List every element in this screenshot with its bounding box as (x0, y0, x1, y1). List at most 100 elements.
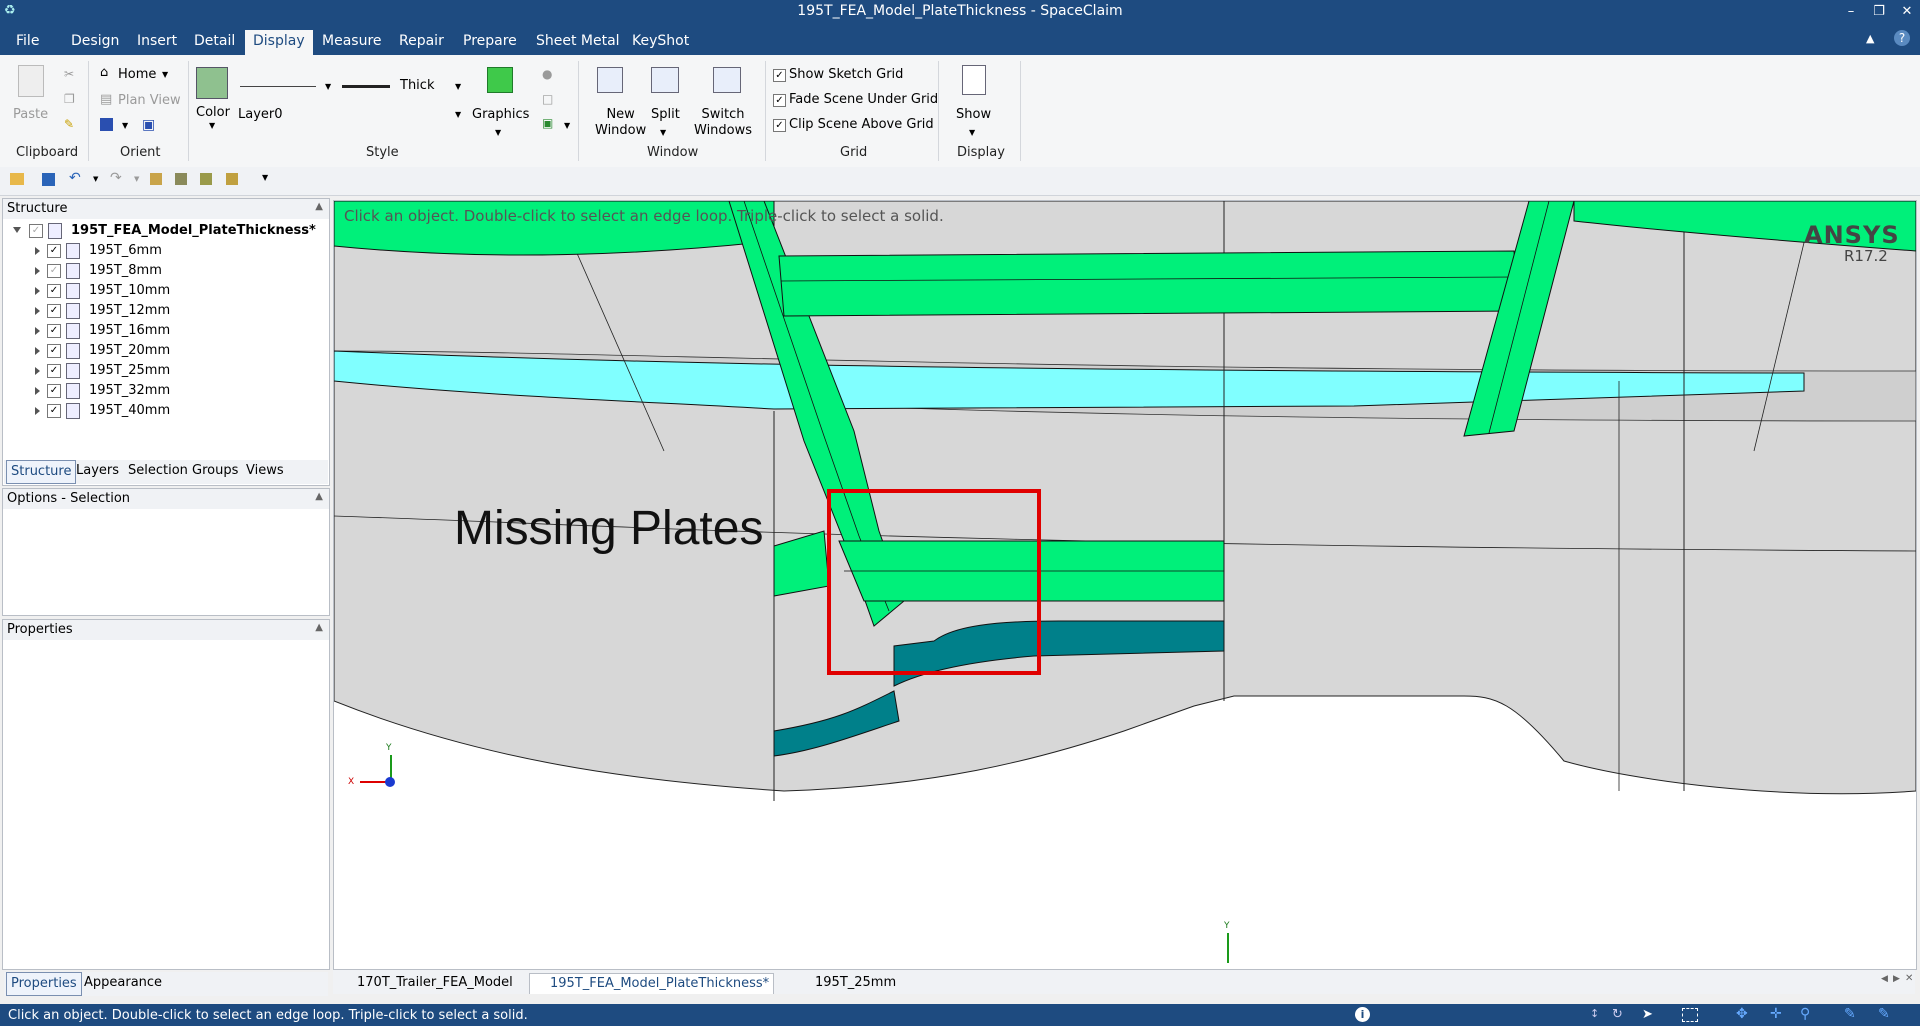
tab-properties[interactable]: Properties (6, 972, 82, 996)
format-painter-icon[interactable]: ✎ (64, 117, 74, 131)
doc-tab[interactable]: 195T_25mm (795, 973, 900, 993)
show-button[interactable]: Show (956, 107, 991, 122)
chevron-down-icon[interactable]: ▼ (122, 121, 128, 130)
tree-root[interactable]: ✓ 195T_FEA_Model_PlateThickness* (3, 221, 323, 241)
visibility-checkbox[interactable]: ✓ (47, 344, 61, 358)
visibility-checkbox[interactable]: ✓ (47, 384, 61, 398)
layer-select[interactable]: Layer0 (238, 107, 283, 122)
line-weight-icon[interactable] (342, 85, 390, 88)
tab-sheet-metal[interactable]: Sheet Metal (528, 30, 628, 55)
collapse-ribbon-icon[interactable]: ▲ (1866, 32, 1874, 45)
expand-icon[interactable] (35, 407, 40, 415)
visibility-checkbox[interactable]: ✓ (47, 304, 61, 318)
chevron-down-icon[interactable]: ▼ (134, 175, 139, 183)
line-style-icon[interactable] (240, 86, 316, 87)
tree-item[interactable]: ✓ 195T_40mm (3, 401, 323, 421)
fade-scene-checkbox[interactable]: ✓ (773, 94, 786, 107)
switch-windows-button[interactable]: Switch Windows (694, 107, 752, 139)
visibility-checkbox[interactable]: ✓ (47, 264, 61, 278)
tab-appearance[interactable]: Appearance (80, 972, 166, 994)
shading-icon[interactable]: ● (542, 67, 552, 81)
home-button[interactable]: Home (118, 67, 156, 82)
tab-scroll-left-icon[interactable]: ◀ (1881, 974, 1888, 984)
tab-repair[interactable]: Repair (391, 30, 452, 55)
tool-icon[interactable] (150, 173, 162, 185)
tab-scroll-right-icon[interactable]: ▶ (1893, 974, 1900, 984)
visibility-checkbox[interactable]: ✓ (47, 364, 61, 378)
tab-measure[interactable]: Measure (314, 30, 390, 55)
chevron-down-icon[interactable]: ▼ (93, 175, 98, 183)
pin-icon[interactable]: ▲ (315, 201, 323, 212)
rotate-icon[interactable]: ↻ (1612, 1007, 1623, 1022)
close-tab-icon[interactable]: ✕ (1905, 973, 1913, 984)
wireframe-icon[interactable]: ▣ (542, 116, 553, 130)
expand-icon[interactable] (35, 267, 40, 275)
chevron-down-icon[interactable]: ▼ (325, 82, 331, 91)
customize-qat-icon[interactable]: ▼ (262, 173, 268, 182)
chevron-down-icon[interactable]: ▼ (564, 121, 570, 130)
tab-design[interactable]: Design (63, 30, 127, 55)
redo-icon[interactable]: ↷ (110, 170, 122, 186)
doc-tab[interactable]: 195T_FEA_Model_PlateThickness* (529, 973, 775, 994)
info-icon[interactable]: i (1355, 1007, 1370, 1022)
pin-icon[interactable]: ▲ (315, 491, 323, 502)
color-button[interactable]: Color (196, 105, 230, 120)
expanded-icon[interactable] (13, 227, 21, 233)
doc-tab[interactable]: 170T_Trailer_FEA_Model (337, 973, 517, 993)
chevron-down-icon[interactable]: ▼ (209, 121, 215, 130)
tab-groups[interactable]: Groups (188, 460, 242, 482)
tree-item[interactable]: ✓ 195T_8mm (3, 261, 323, 281)
paste-icon[interactable] (18, 65, 44, 97)
pin-icon[interactable]: ▲ (315, 622, 323, 633)
tab-keyshot[interactable]: KeyShot (624, 30, 697, 55)
expand-icon[interactable] (35, 347, 40, 355)
tree-item[interactable]: ✓ 195T_32mm (3, 381, 323, 401)
3d-viewport[interactable]: Click an object. Double-click to select … (333, 200, 1917, 970)
cut-icon[interactable]: ✂ (64, 67, 74, 81)
tab-detail[interactable]: Detail (186, 30, 243, 55)
tab-prepare[interactable]: Prepare (455, 30, 525, 55)
sketch-icon[interactable]: ✎ (1878, 1006, 1890, 1022)
chevron-down-icon[interactable]: ▼ (455, 110, 461, 119)
tree-item[interactable]: ✓ 195T_20mm (3, 341, 323, 361)
sketch-icon[interactable]: ✎ (1844, 1006, 1856, 1022)
show-sketch-grid-label[interactable]: Show Sketch Grid (789, 67, 903, 82)
pan-icon[interactable]: ✥ (1736, 1006, 1748, 1022)
select-cursor-icon[interactable]: ➤ (1642, 1007, 1653, 1022)
tree-item[interactable]: ✓ 195T_16mm (3, 321, 323, 341)
clip-scene-label[interactable]: Clip Scene Above Grid (789, 117, 934, 132)
expand-icon[interactable] (35, 387, 40, 395)
help-icon[interactable]: ? (1894, 30, 1910, 46)
tab-structure[interactable]: Structure (6, 460, 77, 484)
undo-icon[interactable]: ↶ (69, 170, 81, 186)
tree-item[interactable]: ✓ 195T_6mm (3, 241, 323, 261)
tab-file[interactable]: File (8, 30, 47, 55)
tree-item[interactable]: ✓ 195T_25mm (3, 361, 323, 381)
scroll-up-icon[interactable]: ↕ (1590, 1007, 1599, 1020)
copy-icon[interactable]: ❐ (64, 92, 75, 106)
visibility-checkbox[interactable]: ✓ (47, 284, 61, 298)
restore-button[interactable]: ❐ (1866, 2, 1892, 22)
line-weight-button[interactable]: Thick (400, 78, 434, 93)
new-window-button[interactable]: New Window (595, 107, 646, 139)
transparency-icon[interactable]: □ (542, 92, 553, 106)
open-icon[interactable] (10, 173, 24, 185)
expand-icon[interactable] (35, 307, 40, 315)
visibility-checkbox[interactable]: ✓ (29, 224, 43, 238)
chevron-down-icon[interactable]: ▼ (969, 128, 975, 137)
tab-insert[interactable]: Insert (129, 30, 185, 55)
tool-icon[interactable] (175, 173, 187, 185)
expand-icon[interactable] (35, 247, 40, 255)
chevron-down-icon[interactable]: ▼ (162, 70, 168, 79)
tab-display[interactable]: Display (245, 30, 313, 55)
chevron-down-icon[interactable]: ▼ (495, 128, 501, 137)
tool-icon[interactable] (226, 173, 238, 185)
box-select-icon[interactable] (1682, 1008, 1698, 1022)
tab-selection[interactable]: Selection (124, 460, 192, 482)
show-sketch-grid-checkbox[interactable]: ✓ (773, 69, 786, 82)
visibility-checkbox[interactable]: ✓ (47, 244, 61, 258)
minimize-button[interactable]: – (1838, 2, 1864, 22)
plan-view-button[interactable]: Plan View (118, 93, 181, 108)
visibility-checkbox[interactable]: ✓ (47, 324, 61, 338)
clip-scene-checkbox[interactable]: ✓ (773, 119, 786, 132)
